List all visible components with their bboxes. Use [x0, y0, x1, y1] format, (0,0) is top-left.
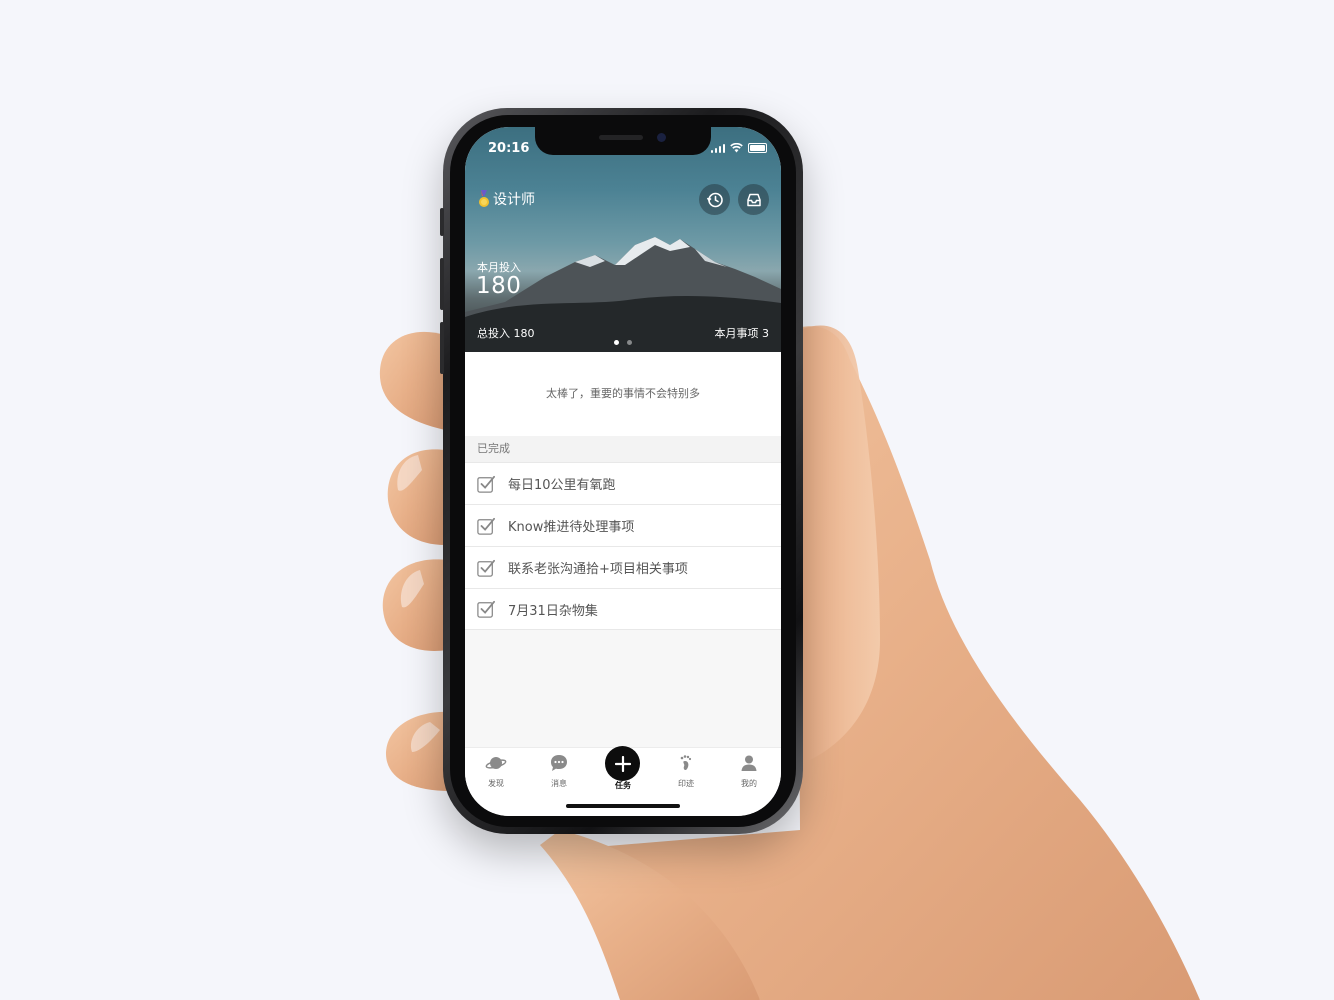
month-items-count: 本月事项 3 — [714, 327, 770, 340]
header-hero: 20:16 设计师 本月投入 180 总投入 180 本月事项 3 — [465, 127, 781, 352]
footprint-icon — [680, 755, 692, 771]
medal-icon — [479, 190, 489, 207]
tab-label: 消息 — [551, 779, 567, 788]
inbox-icon — [746, 193, 761, 206]
status-time: 20:16 — [488, 141, 530, 156]
silent-switch — [440, 208, 444, 236]
tab-label: 任务 — [615, 781, 631, 790]
task-label: 每日10公里有氧跑 — [508, 478, 616, 493]
task-label: 联系老张沟通拾+项目相关事项 — [508, 562, 688, 577]
total-input: 总投入 180 — [477, 327, 535, 340]
tab-me[interactable]: 我的 — [729, 754, 769, 789]
history-icon — [706, 192, 723, 207]
volume-up-button — [440, 258, 444, 310]
tab-label: 印迹 — [678, 779, 694, 788]
checkbox-checked-icon[interactable] — [477, 517, 495, 535]
tab-discover[interactable]: 发现 — [476, 754, 516, 789]
user-icon — [741, 755, 757, 771]
plus-icon — [614, 755, 631, 772]
task-item[interactable]: 每日10公里有氧跑 — [465, 462, 781, 504]
tab-tasks[interactable]: 任务 — [603, 746, 643, 791]
checkbox-checked-icon[interactable] — [477, 559, 495, 577]
task-item[interactable]: Know推进待处理事项 — [465, 504, 781, 546]
task-label: 7月31日杂物集 — [508, 603, 598, 619]
page-dot-active[interactable] — [614, 340, 619, 345]
app-screen: 20:16 设计师 本月投入 180 总投入 180 本月事项 3 太棒了，重要… — [465, 127, 781, 816]
mountain-image — [465, 237, 781, 352]
tab-footprints[interactable]: 印迹 — [666, 754, 706, 789]
home-indicator[interactable] — [566, 804, 680, 808]
completed-section-title: 已完成 — [465, 436, 781, 462]
chat-icon — [551, 755, 567, 771]
page-indicator[interactable] — [614, 340, 632, 345]
task-label: Know推进待处理事项 — [508, 520, 635, 535]
encouragement-message: 太棒了，重要的事情不会特别多 — [465, 352, 781, 436]
month-input-value: 180 — [476, 273, 522, 299]
volume-down-button — [440, 322, 444, 374]
tab-messages[interactable]: 消息 — [539, 754, 579, 789]
checkbox-checked-icon[interactable] — [477, 475, 495, 493]
planet-icon — [485, 757, 507, 769]
tab-label: 我的 — [741, 779, 757, 788]
history-button[interactable] — [699, 184, 730, 215]
signal-icon — [710, 143, 725, 153]
inbox-button[interactable] — [738, 184, 769, 215]
battery-icon — [748, 143, 767, 153]
task-item[interactable]: 7月31日杂物集 — [465, 588, 781, 630]
task-item[interactable]: 联系老张沟通拾+项目相关事项 — [465, 546, 781, 588]
role-label: 设计师 — [493, 192, 535, 208]
completed-task-list: 每日10公里有氧跑 Know推进待处理事项 联系老张沟通拾+项目相关事项 7月3… — [465, 462, 781, 630]
add-task-button[interactable] — [605, 746, 640, 781]
notch — [535, 127, 711, 155]
tab-label: 发现 — [488, 779, 504, 788]
role-title: 设计师 — [478, 189, 535, 209]
page-dot[interactable] — [627, 340, 632, 345]
checkbox-checked-icon[interactable] — [477, 600, 495, 618]
wifi-icon — [730, 143, 743, 153]
status-icons — [710, 143, 767, 153]
